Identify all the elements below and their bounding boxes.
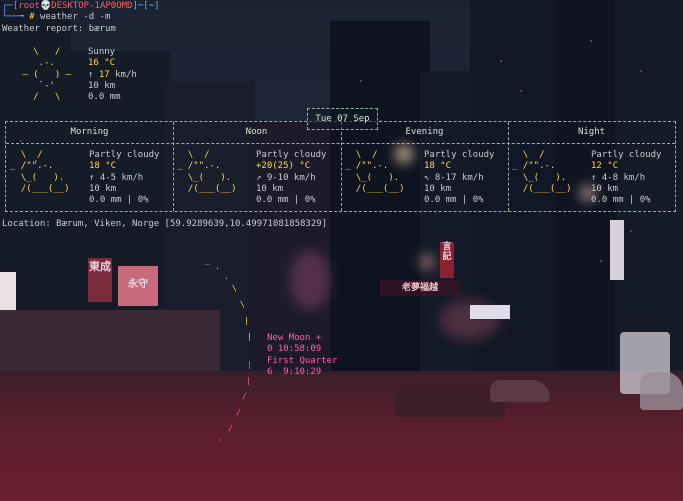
report-title: Weather report: bærum	[2, 24, 116, 34]
svg-text:.: .	[215, 262, 220, 271]
current-wind-value: 17	[98, 69, 110, 80]
svg-text:/: /	[236, 408, 241, 417]
current-condition: Sunny	[88, 47, 116, 57]
partly-cloudy-icon: \ / _ /"".-. \_( ). /(___(__)	[177, 150, 237, 194]
partly-cloudy-icon: \ / _ /"".-. \_( ). /(___(__)	[10, 150, 70, 194]
sun-icon: \ / .-. ― ( ) ― `-' / \	[17, 47, 72, 103]
svg-text:\: \	[240, 300, 245, 309]
period-title-morning: Morning	[70, 127, 109, 137]
partly-cloudy-icon: \ / _ /"".-. \_( ). /(___(__)	[345, 150, 405, 194]
terminal-window[interactable]: ┌─[root💀DESKTOP-1AP0OMD]─[~] └──╼ # weat…	[0, 0, 683, 501]
period-night: Partly cloudy 12 °C ↑ 4-8 km/h 10 km 0.0…	[591, 150, 662, 206]
skull-icon: 💀	[39, 1, 52, 11]
current-precipitation: 0.0 mm	[88, 92, 121, 103]
period-morning: Partly cloudy 18 °C ↑ 4-5 km/h 10 km 0.0…	[89, 150, 160, 206]
wind-arrow-icon: ↑	[88, 69, 94, 80]
current-temperature: 16 °C	[88, 58, 116, 69]
svg-text:|: |	[244, 316, 249, 325]
period-noon: Partly cloudy +20(25) °C ↗ 9-10 km/h 10 …	[256, 150, 327, 206]
svg-text:|: |	[246, 376, 251, 385]
command-text: weather -d -m	[39, 12, 111, 22]
period-title-night: Night	[577, 127, 606, 137]
moon-arc-graphic: _ . . \ \ | | | | / / / '	[205, 256, 252, 447]
location-line: Location: Bærum, Viken, Norge [59.928963…	[2, 219, 328, 229]
forecast-table: Morning Noon Evening Night \ / _ /"".-. …	[5, 121, 676, 212]
prompt-command-line[interactable]: └──╼ # weather -d -m	[2, 12, 110, 23]
svg-text:|: |	[247, 332, 252, 341]
moon-phase-info: New Moon + 0 10:58:09 First Quarter 6 9:…	[267, 333, 338, 377]
svg-text:/: /	[242, 392, 247, 401]
svg-text:|: |	[247, 360, 252, 369]
svg-text:': '	[218, 438, 223, 447]
svg-text:/: /	[228, 424, 233, 433]
forecast-date: Tue 07 Sep	[307, 108, 378, 130]
svg-text:\: \	[232, 284, 237, 293]
svg-text:.: .	[224, 272, 229, 281]
current-visibility: 10 km	[88, 80, 116, 91]
period-evening: Partly cloudy 18 °C ↖ 8-17 km/h 10 km 0.…	[424, 150, 495, 206]
prompt-header: ┌─[root💀DESKTOP-1AP0OMD]─[~]	[2, 1, 160, 11]
svg-text:_: _	[205, 256, 210, 265]
partly-cloudy-icon: \ / _ /"".-. \_( ). /(___(__)	[512, 150, 572, 194]
current-conditions: Sunny 16 °C ↑ 17 km/h 10 km 0.0 mm	[88, 47, 137, 103]
